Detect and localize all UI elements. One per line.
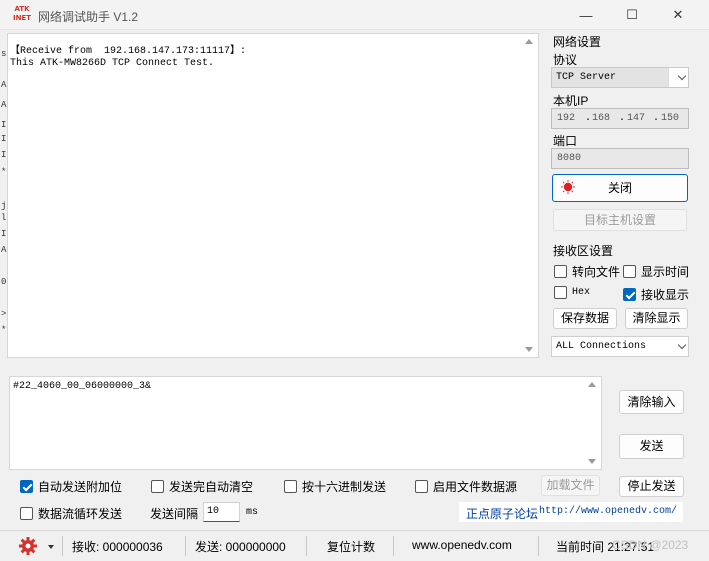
loop-send-checkbox[interactable]: 数据流循环发送 xyxy=(20,505,122,522)
hex-send-checkbox[interactable]: 按十六进制发送 xyxy=(284,478,386,495)
interval-label: 发送间隔 xyxy=(150,507,199,521)
protocol-select[interactable]: TCP Server xyxy=(551,67,689,88)
connections-value: ALL Connections xyxy=(556,341,647,352)
window-title: 网络调试助手 V1.2 xyxy=(38,10,139,24)
gear-icon[interactable] xyxy=(18,536,38,556)
receive-scrollbar[interactable] xyxy=(521,34,538,357)
file-source-checkbox[interactable]: 启用文件数据源 xyxy=(415,478,517,495)
receive-settings-label: 接收区设置 xyxy=(553,244,614,258)
close-icon: ✕ xyxy=(672,7,684,22)
chevron-down-icon xyxy=(677,340,687,350)
app-logo-icon: ATK INET xyxy=(12,5,32,22)
stop-send-button[interactable]: 停止发送 xyxy=(619,476,684,497)
send-text: #22_4060_00_06000000_3& xyxy=(13,381,152,392)
minimize-icon: — xyxy=(579,7,593,23)
to-file-checkbox[interactable]: 转向文件 xyxy=(554,263,620,280)
port-label: 端口 xyxy=(553,134,578,148)
protocol-label: 协议 xyxy=(553,53,578,67)
show-time-checkbox[interactable]: 显示时间 xyxy=(623,263,689,280)
interval-unit: ms xyxy=(246,507,259,518)
protocol-value: TCP Server xyxy=(556,72,617,83)
port-field[interactable]: 8080 xyxy=(551,148,689,169)
forum-url: http://www.openedv.com/ xyxy=(539,506,678,517)
maximize-icon: ☐ xyxy=(626,7,638,22)
local-ip-label: 本机IP xyxy=(553,94,589,108)
website-text: www.openedv.com xyxy=(412,538,512,552)
send-scrollbar[interactable] xyxy=(584,377,601,469)
send-area[interactable]: #22_4060_00_06000000_3& xyxy=(9,376,602,470)
connect-toggle-button[interactable]: 关闭 xyxy=(552,174,688,202)
status-lamp-icon xyxy=(561,180,575,194)
receive-count: 接收: 000000036 xyxy=(72,540,163,554)
clear-input-button[interactable]: 清除输入 xyxy=(619,390,684,414)
scroll-up-icon[interactable] xyxy=(588,382,596,387)
send-button[interactable]: 发送 xyxy=(619,434,684,459)
scroll-down-icon[interactable] xyxy=(588,459,596,464)
connect-toggle-label: 关闭 xyxy=(607,181,632,195)
network-settings-label: 网络设置 xyxy=(553,35,602,49)
local-ip-field[interactable]: 192 . 168 . 147 . 150 xyxy=(551,108,689,129)
send-count: 发送: 000000000 xyxy=(195,540,286,554)
receive-text: 【Receive from 192.168.147.173:11117】: Th… xyxy=(10,46,247,69)
background-window-edge: s A A I I I * j l I A 0 > * xyxy=(1,49,7,335)
watermark: CSDN @2023 xyxy=(612,538,689,552)
scroll-up-icon[interactable] xyxy=(525,39,533,44)
target-host-button[interactable]: 目标主机设置 xyxy=(553,209,687,231)
forum-link[interactable]: 正点原子论坛 http://www.openedv.com/ xyxy=(459,502,683,522)
status-bar: 接收: 000000036 发送: 000000000 复位计数 www.ope… xyxy=(0,530,709,561)
connections-select[interactable]: ALL Connections xyxy=(551,336,689,357)
reset-count-button[interactable]: 复位计数 xyxy=(327,538,375,555)
receive-area[interactable]: 【Receive from 192.168.147.173:11117】: Th… xyxy=(7,33,539,358)
hex-receive-checkbox[interactable]: Hex xyxy=(554,286,590,299)
save-data-button[interactable]: 保存数据 xyxy=(553,308,617,329)
minimize-button[interactable]: — xyxy=(563,0,609,30)
title-bar[interactable]: ATK INET 网络调试助手 V1.2 — ☐ ✕ xyxy=(0,0,709,30)
gear-dropdown-icon[interactable] xyxy=(48,545,54,549)
load-file-button[interactable]: 加载文件 xyxy=(541,475,600,496)
interval-input[interactable]: 10 xyxy=(203,502,240,522)
forum-label: 正点原子论坛 xyxy=(466,507,539,521)
auto-clear-checkbox[interactable]: 发送完自动清空 xyxy=(151,478,253,495)
maximize-button[interactable]: ☐ xyxy=(609,0,655,30)
auto-append-checkbox[interactable]: 自动发送附加位 xyxy=(20,478,122,495)
close-window-button[interactable]: ✕ xyxy=(655,0,701,30)
scroll-down-icon[interactable] xyxy=(525,347,533,352)
clear-display-button[interactable]: 清除显示 xyxy=(625,308,688,329)
show-receive-checkbox[interactable]: 接收显示 xyxy=(623,286,689,303)
